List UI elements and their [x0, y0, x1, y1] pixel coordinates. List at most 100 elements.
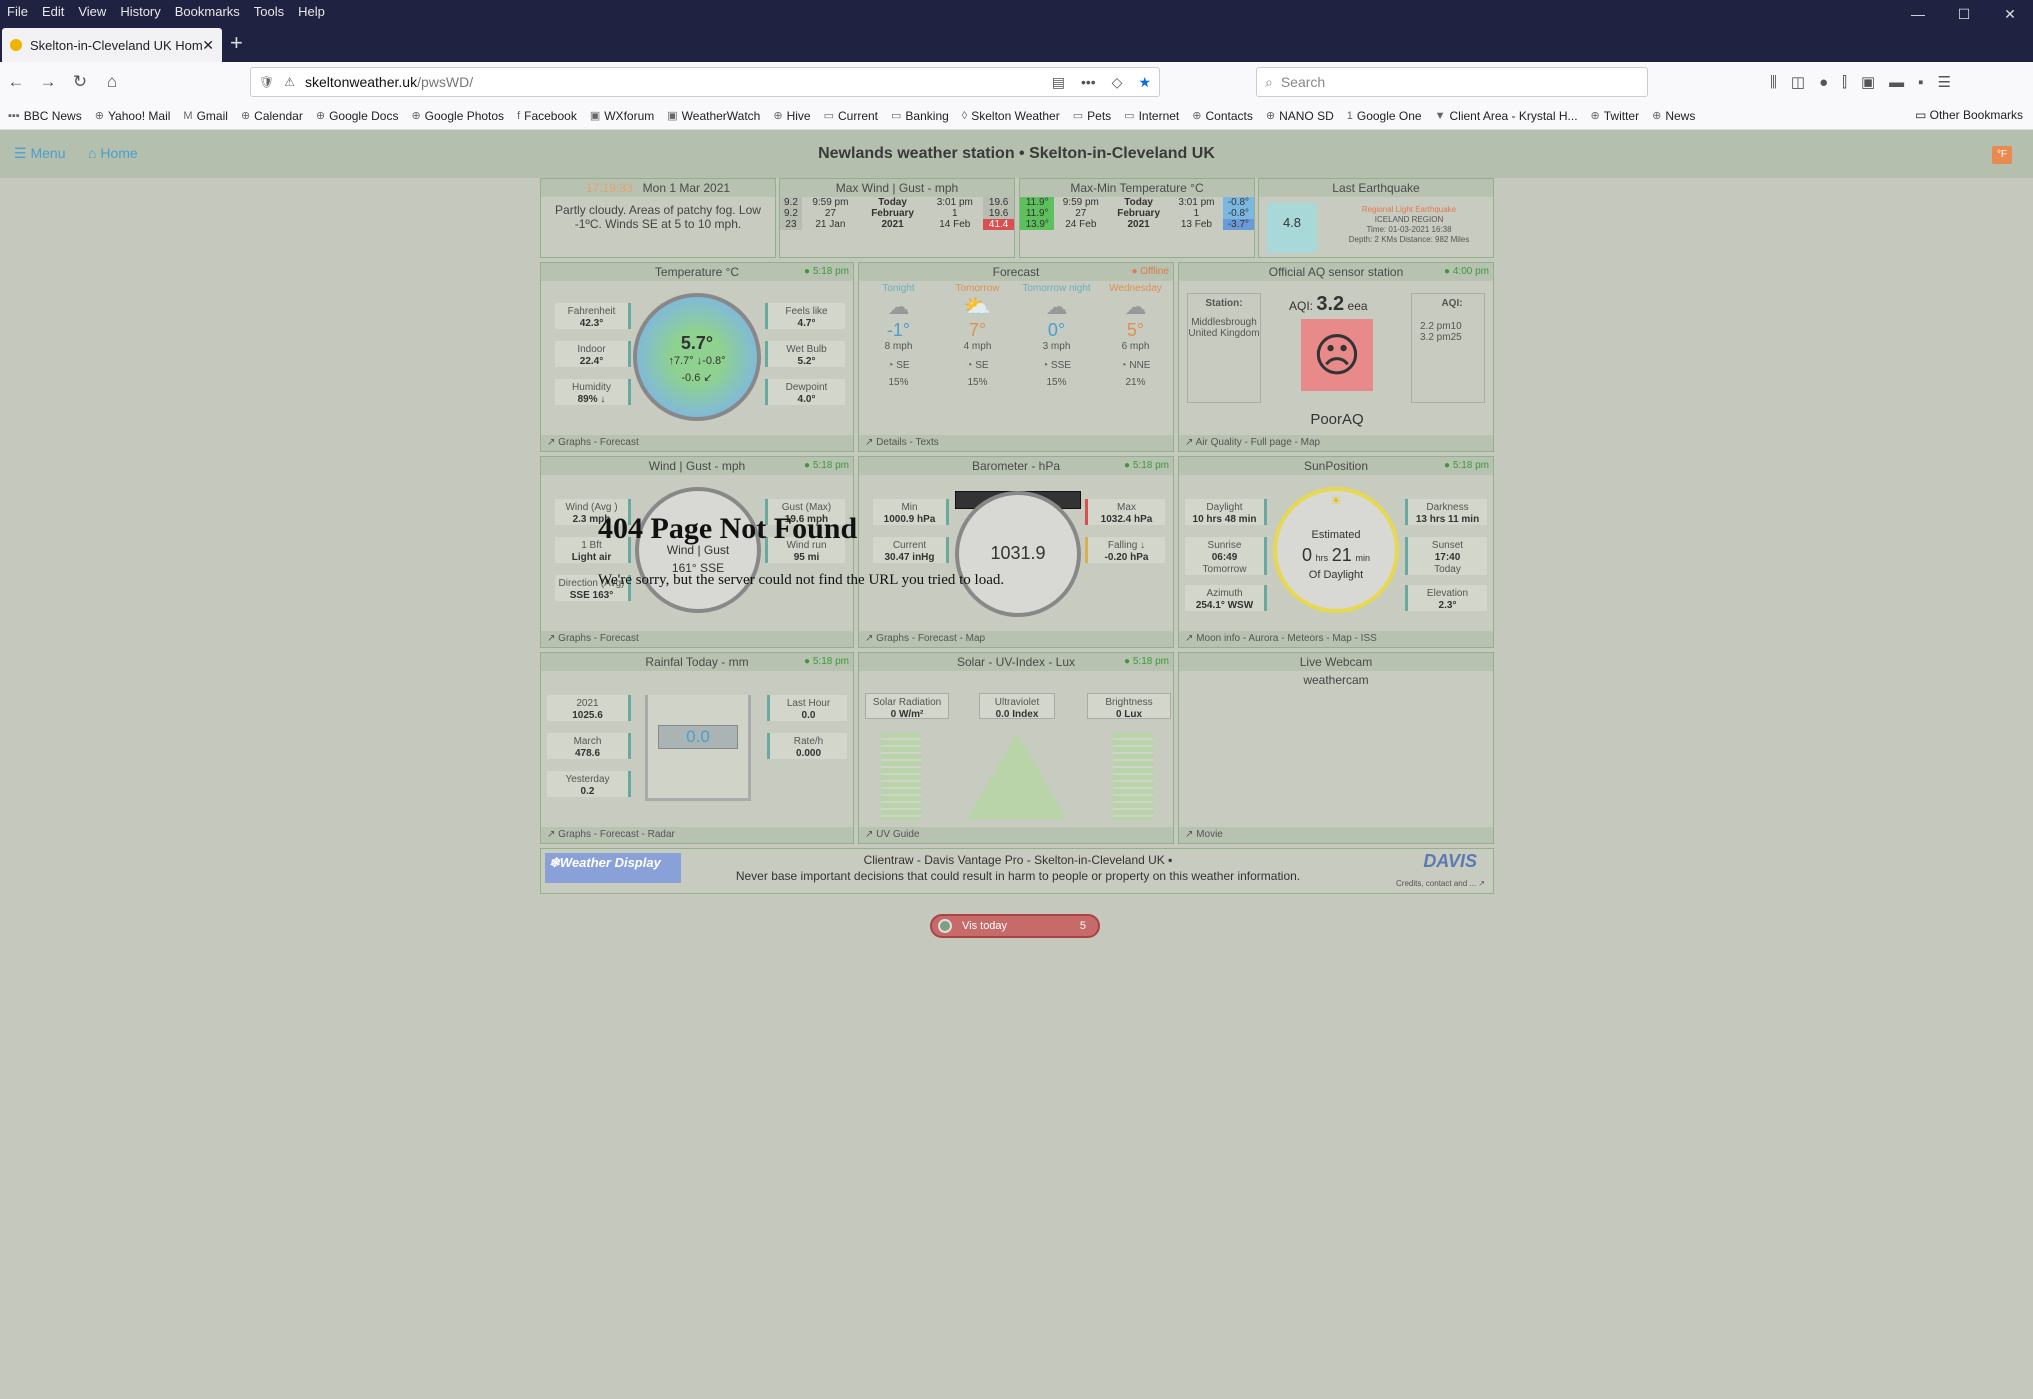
wet-bulb-box: Wet Bulb 5.2°	[765, 341, 845, 367]
extension-icon[interactable]: ▪	[1918, 74, 1923, 91]
search-input[interactable]: ⌕ Search	[1256, 67, 1648, 97]
bookmark-item[interactable]: f Facebook	[517, 109, 577, 123]
menu-history[interactable]: History	[113, 4, 167, 19]
webcam-footer-link[interactable]: ↗ Movie	[1179, 827, 1493, 843]
site-favicon-icon	[10, 39, 22, 51]
forward-icon[interactable]: →	[32, 72, 64, 92]
pocket-icon[interactable]: ◇	[1112, 74, 1123, 91]
bookmark-item[interactable]: ⊕ Contacts	[1192, 109, 1253, 123]
aqi-value: AQI: 3.2 eea	[1289, 293, 1368, 315]
credits-link[interactable]: Credits, contact and ... ↗	[1396, 879, 1485, 888]
extension-icon[interactable]: ▣	[1861, 73, 1875, 91]
hamburger-menu-icon[interactable]: ☰	[1937, 73, 1950, 91]
daylight-box: Daylight 10 hrs 48 min	[1185, 499, 1267, 525]
clock-time: 17:19:33	[585, 181, 633, 195]
visitor-counter[interactable]: Vis today 5	[930, 914, 1100, 938]
bookmark-item[interactable]: ⊕ Twitter	[1591, 109, 1640, 123]
other-bookmarks[interactable]: ▭ Other Bookmarks	[1915, 108, 2023, 122]
bookmark-item[interactable]: ⊕ Calendar	[241, 109, 303, 123]
home-icon[interactable]: ⌂	[96, 72, 128, 92]
wind-footer-link[interactable]: ↗ Graphs - Forecast	[541, 631, 853, 647]
extension-icon[interactable]: ●	[1819, 74, 1828, 91]
close-tab-icon[interactable]: ✕	[202, 37, 214, 54]
bookmark-item[interactable]: ⊕ Hive	[773, 109, 810, 123]
sun-position-panel: SunPosition ● 5:18 pm Daylight 10 hrs 48 m…	[1178, 456, 1494, 648]
bookmark-item[interactable]: ▣ WeatherWatch	[667, 109, 760, 123]
sad-face-icon: ☹	[1301, 319, 1373, 391]
bookmark-item[interactable]: ⊕ Google Photos	[411, 109, 504, 123]
globe-icon: ⊕	[315, 110, 326, 122]
pin-icon: ◊	[961, 109, 968, 122]
dewpoint-box: Dewpoint 4.0°	[765, 379, 845, 405]
max-min-temp-title: Max-Min Temperature °C	[1020, 179, 1254, 197]
browser-tab[interactable]: Skelton-in-Cleveland UK Home ✕	[2, 28, 222, 62]
aq-footer-link[interactable]: ↗ Air Quality - Full page - Map	[1179, 435, 1493, 451]
library-icon[interactable]: ⫼	[1770, 74, 1777, 91]
bookmark-star-icon[interactable]: ★	[1138, 74, 1151, 91]
error-message: We're sorry, but the server could not fi…	[598, 572, 1005, 588]
menu-help[interactable]: Help	[291, 4, 332, 19]
bookmark-item[interactable]: ▭ Internet	[1124, 109, 1179, 123]
back-icon[interactable]: ←	[0, 72, 32, 92]
uv-index-box: Ultraviolet 0.0 Index	[979, 693, 1055, 720]
extension-icon[interactable]: ⫿	[1842, 74, 1847, 91]
folder-icon: ▭	[1072, 110, 1084, 122]
bookmark-item[interactable]: ▭ Pets	[1073, 109, 1111, 123]
davis-logo[interactable]: DAVIS	[1423, 851, 1477, 872]
page-actions-icon[interactable]: •••	[1081, 74, 1096, 91]
uv-pyramid-meter	[967, 733, 1067, 819]
tab-strip: Skelton-in-Cleveland UK Home ✕ +	[0, 22, 2033, 62]
menu-bookmarks[interactable]: Bookmarks	[168, 4, 247, 19]
reload-icon[interactable]: ↻	[64, 72, 96, 92]
datetime-header: 17:19:33 Mon 1 Mar 2021	[541, 179, 775, 197]
sun-icon: ☀	[1330, 493, 1342, 508]
bookmark-item[interactable]: ⊕ Yahoo! Mail	[95, 109, 171, 123]
globe-icon: ⊕	[1590, 110, 1600, 122]
bookmark-item[interactable]: ▪▪▪ BBC News	[8, 109, 82, 123]
folder-icon: ▭	[891, 110, 902, 122]
menu-view[interactable]: View	[71, 4, 113, 19]
bookmark-item[interactable]: ⊕ NANO SD	[1266, 109, 1334, 123]
menu-file[interactable]: File	[0, 4, 35, 19]
bookmark-item[interactable]: ▭ Current	[824, 109, 878, 123]
baro-max-box: Max 1032.4 hPa	[1085, 499, 1165, 525]
menu-tools[interactable]: Tools	[247, 4, 291, 19]
temperature-footer-link[interactable]: ↗ Graphs - Forecast	[541, 435, 853, 451]
bookmark-item[interactable]: ◊ Skelton Weather	[962, 109, 1060, 123]
bookmark-item[interactable]: ▼ Client Area - Krystal H...	[1435, 109, 1578, 123]
external-link-icon: ↗	[547, 633, 559, 644]
solar-footer-link[interactable]: ↗ UV Guide	[859, 827, 1173, 843]
url-bar[interactable]: 🛡 ⚠ skeltonweather.uk /pwsWD/ ▤ ••• ◇ ★	[250, 67, 1160, 97]
max-wind-title: Max Wind | Gust - mph	[780, 179, 1014, 197]
rainfall-panel: Rainfal Today - mm ● 5:18 pm 2021 1025.6 M…	[540, 652, 854, 844]
bookmark-item[interactable]: ⊕ News	[1652, 109, 1695, 123]
globe-icon: ⊕	[1652, 110, 1662, 122]
wind-direction-icon: ◔	[1042, 360, 1051, 371]
barometer-footer-link[interactable]: ↗ Graphs - Forecast - Map	[859, 631, 1173, 647]
reader-view-icon[interactable]: ▤	[1052, 74, 1065, 91]
shield-icon[interactable]: 🛡	[259, 75, 274, 89]
bookmark-item[interactable]: ▭ Banking	[891, 109, 949, 123]
extension-icon[interactable]: ▬	[1889, 74, 1904, 91]
footer-line1: Clientraw - Davis Vantage Pro - Skelton-…	[863, 853, 1173, 867]
bookmark-item[interactable]: ▣ WXforum	[590, 109, 654, 123]
menu-edit[interactable]: Edit	[35, 4, 71, 19]
forecast-period: Tomorrow night ☁ 0° 3 mph ◔ SSE 15%	[1017, 283, 1096, 388]
insecure-lock-icon[interactable]: ⚠	[284, 75, 295, 89]
wxforum-icon: ▣	[589, 110, 601, 122]
sun-footer-link[interactable]: ↗ Moon info - Aurora - Meteors - Map - I…	[1179, 631, 1493, 647]
unit-toggle-button[interactable]: °F	[1992, 146, 2012, 164]
sidebar-icon[interactable]: ◫	[1791, 73, 1805, 91]
wind-panel: Wind | Gust - mph ● 5:18 pm Wind (Avg ) 2.…	[540, 456, 854, 648]
current-date: Mon 1 Mar 2021	[642, 181, 731, 195]
rain-footer-link[interactable]: ↗ Graphs - Forecast - Radar	[541, 827, 853, 843]
globe-icon: ⊕	[94, 110, 104, 122]
webcam-image[interactable]: weathercam	[1179, 671, 1493, 687]
external-link-icon: ↗	[1185, 829, 1197, 840]
new-tab-icon[interactable]: +	[230, 28, 243, 58]
wind-direction-icon: ◔	[966, 360, 976, 371]
forecast-footer-link[interactable]: ↗ Details - Texts	[859, 435, 1173, 451]
bookmark-item[interactable]: M Gmail	[183, 109, 228, 123]
bookmark-item[interactable]: 1 Google One	[1347, 109, 1422, 123]
bookmark-item[interactable]: ⊕ Google Docs	[316, 109, 399, 123]
